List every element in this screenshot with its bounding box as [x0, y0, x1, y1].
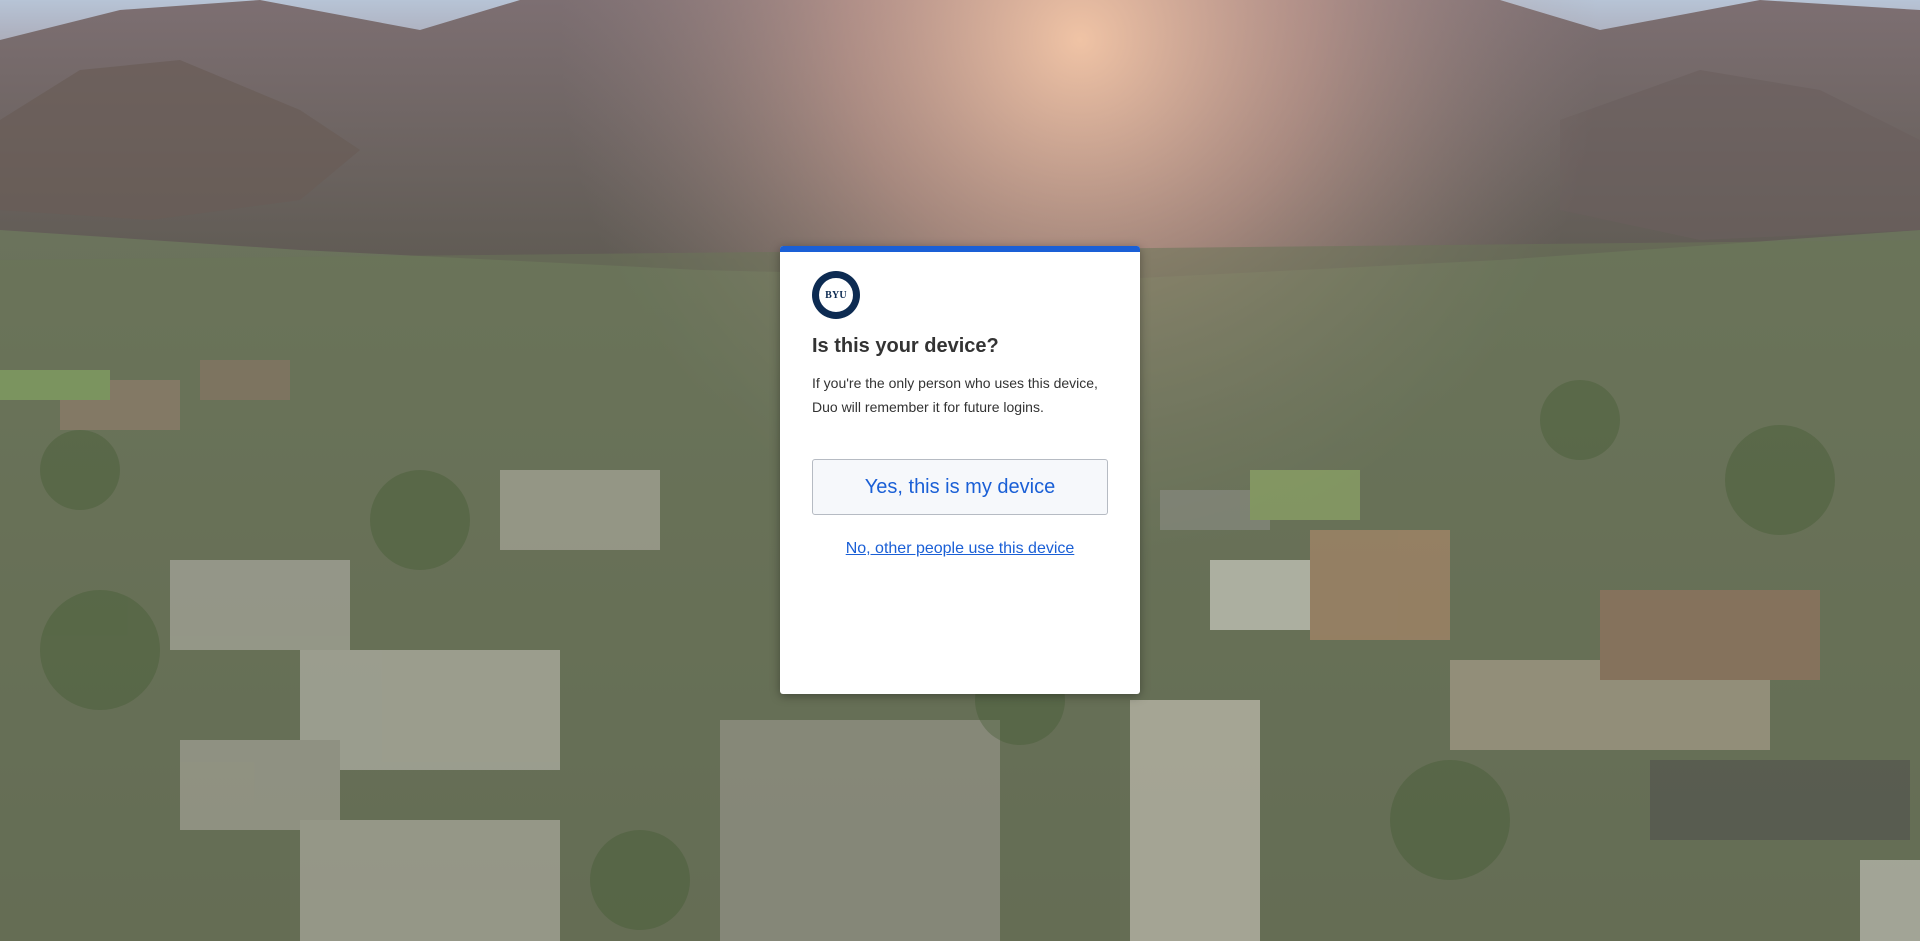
device-trust-card: BYU Is this your device? If you're the o… [780, 246, 1140, 694]
card-accent-bar [780, 246, 1140, 252]
page-title: Is this your device? [812, 335, 999, 357]
logo-text: BYU [825, 289, 847, 301]
no-other-people-link[interactable]: No, other people use this device [812, 540, 1108, 558]
byu-logo: BYU [812, 271, 860, 319]
yes-my-device-button[interactable]: Yes, this is my device [812, 459, 1108, 515]
device-description: If you're the only person who uses this … [812, 375, 1098, 415]
byu-seal-icon: BYU [818, 277, 854, 313]
